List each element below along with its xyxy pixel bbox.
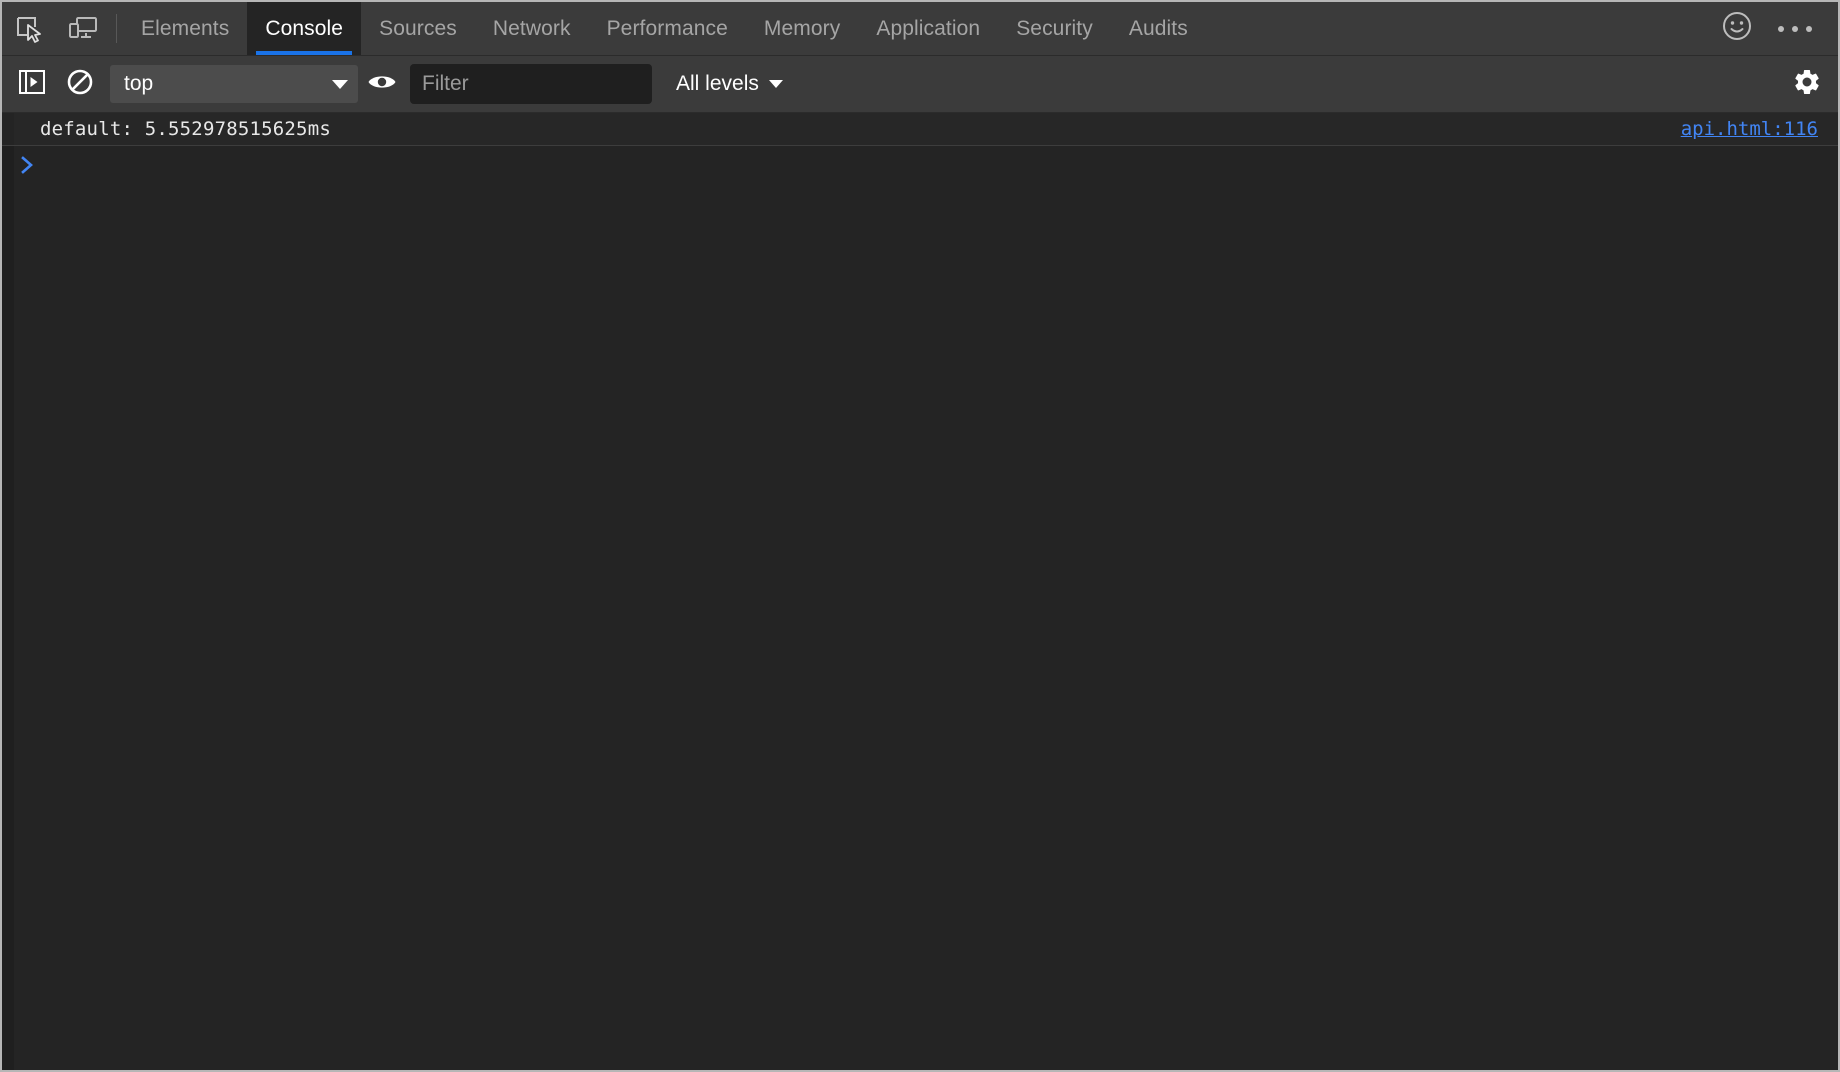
tab-console[interactable]: Console	[247, 2, 362, 55]
tab-audits[interactable]: Audits	[1111, 2, 1206, 55]
gear-icon	[1792, 67, 1822, 102]
console-toolbar: top All levels	[2, 56, 1838, 113]
tab-label: Console	[265, 16, 344, 40]
feedback-button[interactable]	[1708, 2, 1766, 55]
clear-console-icon	[66, 68, 94, 101]
tab-network[interactable]: Network	[475, 2, 589, 55]
tab-performance[interactable]: Performance	[589, 2, 746, 55]
tab-label: Network	[492, 16, 571, 40]
tab-label: Performance	[606, 16, 728, 40]
chevron-down-icon	[768, 80, 783, 88]
prompt-chevron-icon	[16, 152, 40, 178]
execution-context-value: top	[124, 72, 154, 95]
console-message-row[interactable]: default: 5.552978515625ms api.html:116	[2, 113, 1838, 146]
inspect-element-button[interactable]	[2, 2, 56, 55]
console-message-source-link[interactable]: api.html:116	[1681, 118, 1818, 140]
tab-label: Memory	[763, 16, 841, 40]
devtools-window: Elements Console Sources Network Perform…	[0, 0, 1840, 1072]
live-expression-button[interactable]	[358, 56, 406, 112]
tab-label: Application	[876, 16, 981, 40]
tab-label: Elements	[141, 16, 230, 40]
clear-console-button[interactable]	[56, 56, 104, 112]
more-options-button[interactable]	[1766, 2, 1824, 55]
tab-label: Audits	[1128, 16, 1188, 40]
more-options-icon	[1778, 25, 1812, 32]
tab-application[interactable]: Application	[858, 2, 998, 55]
console-sidebar-toggle-button[interactable]	[8, 56, 56, 112]
tab-elements[interactable]: Elements	[123, 2, 247, 55]
tab-label: Security	[1016, 16, 1093, 40]
console-sidebar-toggle-icon	[18, 69, 46, 100]
panel-tabs: Elements Console Sources Network Perform…	[123, 2, 1708, 55]
tabbar-divider	[116, 14, 117, 43]
smiley-face-icon	[1721, 10, 1753, 47]
tab-sources[interactable]: Sources	[361, 2, 475, 55]
tab-memory[interactable]: Memory	[746, 2, 858, 55]
device-toolbar-button[interactable]	[56, 2, 110, 55]
tabbar-actions	[1708, 2, 1838, 55]
execution-context-selector[interactable]: top	[110, 65, 358, 103]
filter-input[interactable]	[410, 64, 652, 104]
inspect-element-icon	[15, 15, 43, 43]
console-message-text: default: 5.552978515625ms	[40, 118, 331, 140]
console-body: default: 5.552978515625ms api.html:116	[2, 113, 1838, 1070]
log-level-selector[interactable]: All levels	[676, 72, 783, 96]
chevron-down-icon	[332, 79, 348, 89]
eye-icon	[367, 71, 397, 98]
tab-security[interactable]: Security	[998, 2, 1111, 55]
log-level-label: All levels	[676, 72, 759, 95]
devtools-tabbar: Elements Console Sources Network Perform…	[2, 2, 1838, 56]
device-toolbar-icon	[68, 16, 98, 42]
settings-button[interactable]	[1776, 56, 1838, 112]
console-prompt-row[interactable]	[2, 146, 1838, 1070]
tab-label: Sources	[379, 16, 457, 40]
console-prompt-input[interactable]	[46, 152, 1830, 178]
